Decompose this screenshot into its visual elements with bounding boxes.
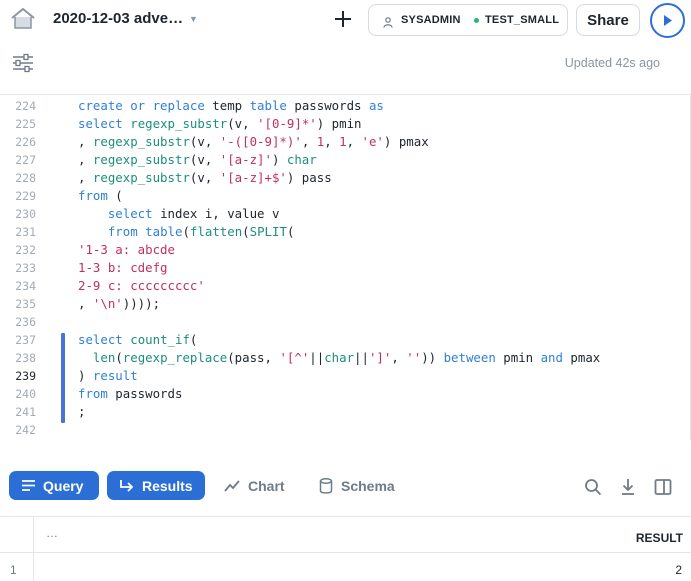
play-icon xyxy=(664,15,672,26)
code-line: select index i, value v xyxy=(107,206,280,221)
line-number: 232 xyxy=(15,243,36,257)
share-button[interactable]: Share xyxy=(576,4,640,36)
code-line: 2-9 c: ccccccccc' xyxy=(78,278,205,293)
code-line: create or replace temp table passwords a… xyxy=(78,98,384,113)
line-number-active: 239 xyxy=(15,369,36,383)
lines-icon xyxy=(22,480,35,491)
line-chart-icon xyxy=(224,479,240,492)
column-header-result[interactable]: RESULT xyxy=(636,531,683,545)
context-selector[interactable]: SYSADMIN TEST_SMALL xyxy=(368,4,568,36)
tab-chart-label: Chart xyxy=(248,477,285,494)
tab-schema[interactable]: Schema xyxy=(319,471,404,500)
line-number: 237 xyxy=(15,333,36,347)
tab-schema-label: Schema xyxy=(341,477,395,494)
search-icon[interactable] xyxy=(584,478,602,496)
code-line: ; xyxy=(78,404,86,419)
code-line: from passwords xyxy=(78,386,183,401)
line-number: 233 xyxy=(15,261,36,275)
tab-query[interactable]: Query xyxy=(9,471,99,500)
role-label: SYSADMIN xyxy=(401,14,461,26)
code-line: from table(flatten(SPLIT( xyxy=(107,224,295,239)
code-line: select count_if( xyxy=(78,332,198,347)
code-line: len(regexp_replace(pass, '[^'||char||']'… xyxy=(92,350,601,365)
sliders-icon[interactable] xyxy=(12,53,34,73)
run-button[interactable] xyxy=(650,3,685,38)
line-number: 241 xyxy=(15,405,36,419)
code-line: , '\n')))); xyxy=(78,296,161,311)
line-number: 240 xyxy=(15,387,36,401)
result-cell[interactable]: 2 xyxy=(675,563,682,577)
results-table: … RESULT 1 2 xyxy=(0,516,691,581)
line-number: 224 xyxy=(15,99,36,113)
code-line: , regexp_substr(v, '[a-z]') char xyxy=(78,152,317,167)
line-number-gutter: 224 225 226 227 228 229 230 231 232 233 … xyxy=(0,97,40,439)
chevron-down-icon[interactable]: ▼ xyxy=(189,14,198,24)
download-icon[interactable] xyxy=(619,478,637,496)
table-header-row: … RESULT xyxy=(0,517,691,553)
line-number: 238 xyxy=(15,351,36,365)
line-number: 228 xyxy=(15,171,36,185)
statement-selection-bar xyxy=(61,333,65,423)
column-divider xyxy=(33,517,34,581)
code-line: select regexp_substr(v, '[0-9]*') pmin xyxy=(78,116,362,131)
line-number: 227 xyxy=(15,153,36,167)
code-line: ) result xyxy=(78,368,138,383)
tab-results-label: Results xyxy=(142,477,193,494)
line-number: 236 xyxy=(15,315,36,329)
home-icon[interactable] xyxy=(10,7,36,31)
top-header: 2020-12-03 adve… ▼ SYSADMIN TEST_SMALL S… xyxy=(0,0,691,42)
tab-query-label: Query xyxy=(43,477,84,494)
code-line: , regexp_substr(v, '[a-z]+$') pass xyxy=(78,170,332,185)
database-icon xyxy=(319,477,333,494)
tab-chart[interactable]: Chart xyxy=(224,471,294,500)
warehouse-label: TEST_SMALL xyxy=(485,14,560,26)
split-panel-icon[interactable] xyxy=(654,478,672,496)
code-line: '1-3 a: abcde xyxy=(78,242,175,257)
line-number: 230 xyxy=(15,207,36,221)
worksheet-title[interactable]: 2020-12-03 adve… xyxy=(53,10,183,27)
code-content[interactable]: create or replace temp table passwords a… xyxy=(78,97,600,439)
return-arrow-icon xyxy=(120,479,134,492)
line-number: 235 xyxy=(15,297,36,311)
code-line: , regexp_substr(v, '-([0-9]*)', 1, 1, 'e… xyxy=(78,134,429,149)
line-number: 226 xyxy=(15,135,36,149)
row-index: 1 xyxy=(10,563,17,577)
code-line: from ( xyxy=(78,188,123,203)
user-icon xyxy=(383,15,393,28)
plus-icon[interactable] xyxy=(332,8,354,30)
result-tabs-bar: Query Results Chart Schema xyxy=(0,462,691,510)
line-number: 229 xyxy=(15,189,36,203)
line-number: 231 xyxy=(15,225,36,239)
column-menu-dots[interactable]: … xyxy=(46,526,58,540)
updated-status: Updated 42s ago xyxy=(564,56,660,70)
line-number: 225 xyxy=(15,117,36,131)
tab-results[interactable]: Results xyxy=(107,471,205,500)
line-number: 242 xyxy=(15,423,36,437)
sql-editor[interactable]: 224 225 226 227 228 229 230 231 232 233 … xyxy=(0,94,691,440)
warehouse-status-dot xyxy=(474,18,479,23)
line-number: 234 xyxy=(15,279,36,293)
code-line: 1-3 b: cdefg xyxy=(78,260,168,275)
